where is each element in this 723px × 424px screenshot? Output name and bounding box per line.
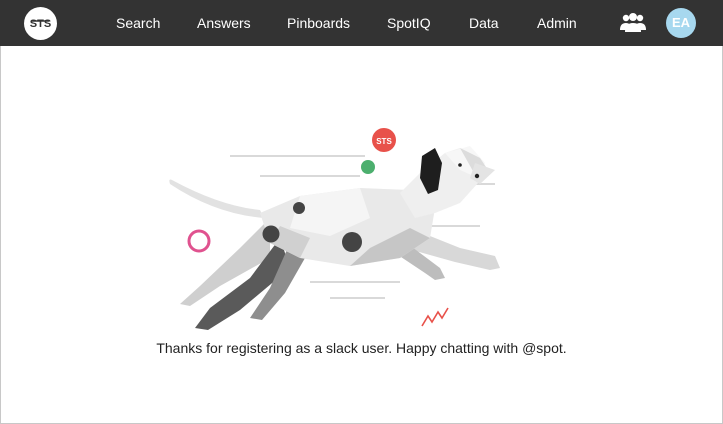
running-dalmatian-illustration: STS bbox=[160, 118, 520, 336]
svg-text:STS: STS bbox=[30, 18, 51, 30]
top-navbar: STS Search Answers Pinboards SpotIQ Data… bbox=[0, 0, 723, 46]
spot-badge-icon: STS bbox=[372, 128, 396, 152]
registration-message: Thanks for registering as a slack user. … bbox=[156, 340, 567, 356]
svg-text:STS: STS bbox=[376, 137, 392, 146]
nav-spotiq[interactable]: SpotIQ bbox=[387, 14, 431, 32]
nav-data[interactable]: Data bbox=[469, 14, 499, 32]
nav-admin[interactable]: Admin bbox=[537, 14, 577, 32]
nav-search[interactable]: Search bbox=[116, 14, 160, 32]
nav-pinboards[interactable]: Pinboards bbox=[287, 14, 350, 32]
thoughtspot-logo-icon[interactable]: STS bbox=[24, 7, 57, 40]
user-avatar[interactable]: EA bbox=[666, 8, 696, 38]
users-group-icon[interactable] bbox=[620, 11, 646, 33]
nav-answers[interactable]: Answers bbox=[197, 14, 251, 32]
